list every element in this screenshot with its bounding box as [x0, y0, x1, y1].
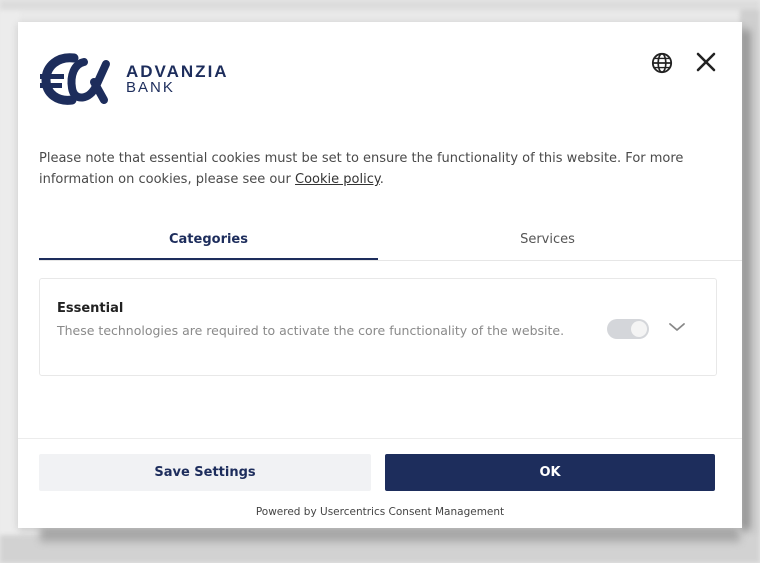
cookie-consent-dialog: ADVANZIA BANK Please note that essential… — [18, 22, 742, 528]
globe-icon[interactable] — [651, 52, 673, 74]
essential-toggle[interactable] — [607, 319, 649, 339]
tab-services[interactable]: Services — [378, 222, 717, 258]
consent-tabs: Categories Services — [39, 222, 742, 261]
powered-by-text: Powered by Usercentrics Consent Manageme… — [255, 506, 505, 518]
dialog-shadow-bottom — [40, 528, 740, 542]
tab-categories[interactable]: Categories — [39, 222, 378, 260]
category-card-essential: Essential These technologies are require… — [39, 278, 717, 376]
category-description: These technologies are required to activ… — [57, 323, 565, 338]
advanzia-logo: ADVANZIA BANK — [40, 52, 229, 106]
save-settings-button[interactable]: Save Settings — [39, 454, 371, 491]
chevron-down-icon[interactable] — [668, 320, 686, 334]
cookie-policy-link[interactable]: Cookie policy — [295, 172, 380, 187]
advanzia-logo-icon — [40, 53, 110, 105]
close-icon[interactable] — [694, 50, 718, 74]
toggle-knob — [631, 321, 647, 337]
footer-divider — [18, 438, 742, 439]
brand-name: ADVANZIA — [126, 62, 229, 81]
dialog-shadow-right — [742, 30, 750, 530]
brand-subtitle: BANK — [126, 79, 175, 96]
brand-wordmark: ADVANZIA BANK — [126, 63, 229, 95]
cookie-notice-text: Please note that essential cookies must … — [39, 148, 719, 190]
category-title: Essential — [57, 301, 124, 316]
notice-suffix: . — [379, 172, 384, 187]
ok-button[interactable]: OK — [385, 454, 715, 491]
